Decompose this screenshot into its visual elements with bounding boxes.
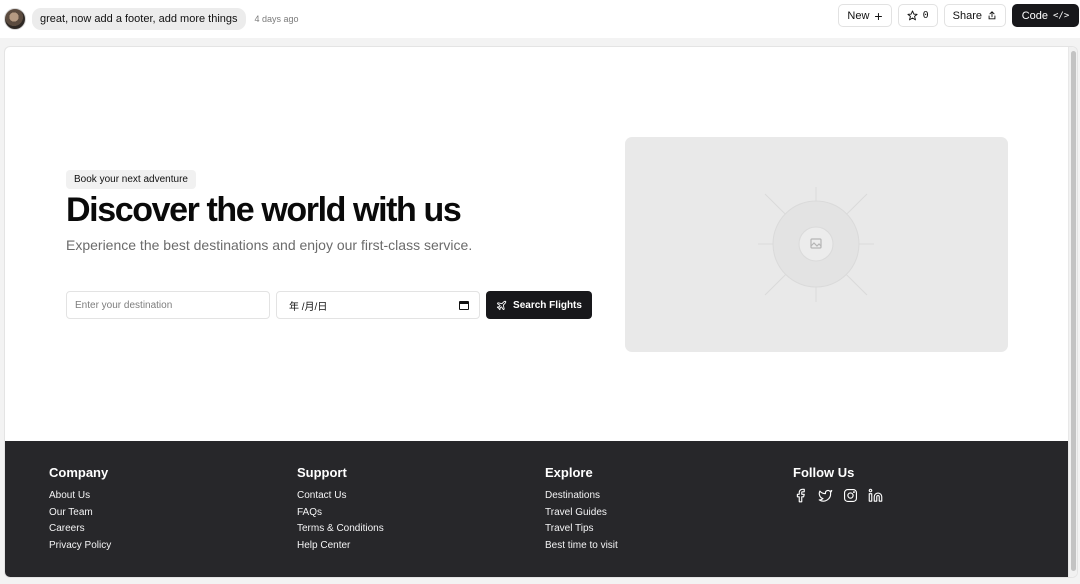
code-icon: </>	[1053, 10, 1070, 21]
footer-link-contact[interactable]: Contact Us	[297, 488, 384, 505]
star-button[interactable]: 0	[897, 4, 938, 27]
social-icons	[793, 488, 883, 503]
hero-title: Discover the world with us	[66, 191, 462, 229]
footer-heading-company: Company	[49, 465, 109, 480]
star-count: 0	[922, 10, 929, 21]
preview-frame: Book your next adventure Discover the wo…	[4, 46, 1078, 578]
footer-link-destinations[interactable]: Destinations	[545, 488, 618, 505]
footer-heading-explore: Explore	[545, 465, 593, 480]
scrollbar-thumb[interactable]	[1071, 51, 1076, 571]
facebook-icon[interactable]	[793, 488, 808, 503]
destination-input[interactable]	[66, 291, 270, 319]
image-placeholder-graphic	[758, 187, 874, 302]
footer-link-best-time[interactable]: Best time to visit	[545, 538, 618, 555]
preview-scrollbar[interactable]	[1068, 47, 1077, 577]
code-button[interactable]: Code </>	[1012, 4, 1079, 27]
footer-support: Support Contact Us FAQs Terms & Conditio…	[297, 465, 384, 555]
footer-link-help-center[interactable]: Help Center	[297, 538, 384, 555]
new-button[interactable]: New +	[838, 4, 892, 27]
hero-subtitle: Experience the best destinations and enj…	[66, 237, 473, 253]
timestamp: 4 days ago	[254, 14, 299, 24]
footer-follow: Follow Us	[793, 465, 883, 503]
footer-link-travel-guides[interactable]: Travel Guides	[545, 505, 618, 522]
star-icon	[907, 10, 918, 21]
user-avatar[interactable]	[4, 8, 26, 30]
prompt-chip[interactable]: great, now add a footer, add more things	[32, 8, 246, 30]
new-label: New	[847, 9, 870, 22]
date-input[interactable]: 年 /月/日	[276, 291, 480, 319]
footer-explore: Explore Destinations Travel Guides Trave…	[545, 465, 618, 555]
footer-link-travel-tips[interactable]: Travel Tips	[545, 521, 618, 538]
footer-heading-follow: Follow Us	[793, 465, 855, 480]
twitter-icon[interactable]	[818, 488, 833, 503]
site-footer: Company About Us Our Team Careers Privac…	[5, 441, 1069, 577]
plus-icon: +	[874, 7, 883, 24]
hero-badge: Book your next adventure	[66, 170, 196, 189]
footer-link-terms[interactable]: Terms & Conditions	[297, 521, 384, 538]
plane-icon	[496, 300, 507, 310]
calendar-icon[interactable]	[459, 300, 469, 310]
top-bar: great, now add a footer, add more things…	[0, 0, 1080, 38]
code-label: Code	[1021, 9, 1049, 22]
share-button[interactable]: Share	[943, 4, 1006, 27]
search-flights-button[interactable]: Search Flights	[486, 291, 592, 319]
footer-link-privacy[interactable]: Privacy Policy	[49, 538, 111, 555]
search-flights-label: Search Flights	[513, 299, 582, 311]
top-actions: New + 0 Share Code </>	[838, 4, 1079, 27]
share-icon	[988, 11, 996, 20]
instagram-icon[interactable]	[843, 488, 858, 503]
date-value: 年 /月/日	[289, 301, 328, 313]
share-label: Share	[952, 9, 982, 22]
footer-link-about-us[interactable]: About Us	[49, 488, 111, 505]
footer-link-careers[interactable]: Careers	[49, 521, 111, 538]
hero-image-placeholder	[625, 137, 1008, 352]
footer-link-our-team[interactable]: Our Team	[49, 505, 111, 522]
footer-link-faqs[interactable]: FAQs	[297, 505, 384, 522]
footer-company: Company About Us Our Team Careers Privac…	[49, 465, 111, 555]
linkedin-icon[interactable]	[868, 488, 883, 503]
footer-heading-support: Support	[297, 465, 347, 480]
prompt-text: great, now add a footer, add more things	[40, 13, 238, 25]
